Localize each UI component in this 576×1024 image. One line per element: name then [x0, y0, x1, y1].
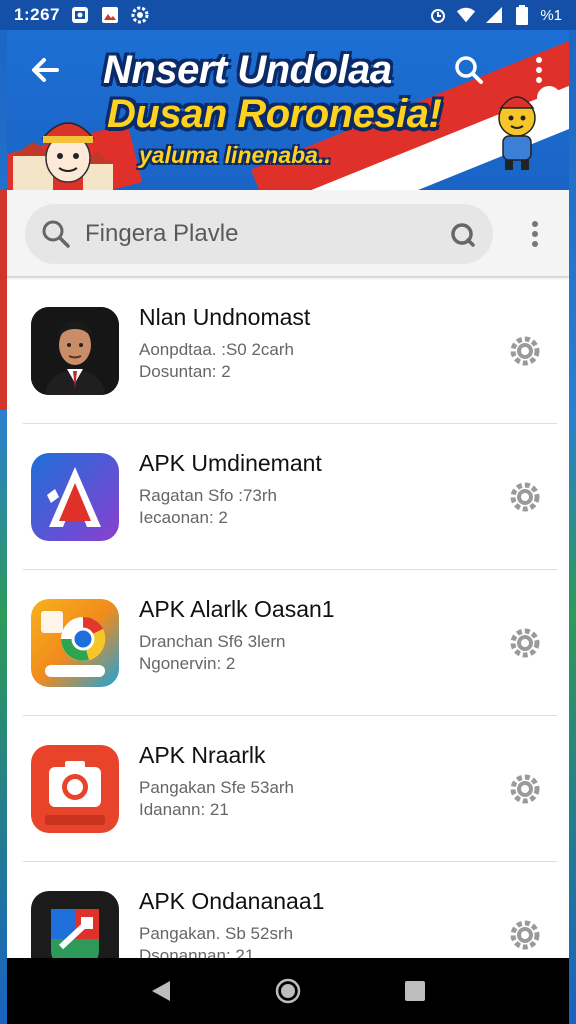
app-meta: Ngonervin: 2 — [139, 654, 236, 673]
app-settings-button[interactable] — [507, 771, 543, 807]
battery-percent: %1 — [540, 6, 562, 24]
banner-subtitle: Dusan Roronesia! — [107, 92, 442, 136]
shield-puzzle-icon — [31, 891, 119, 958]
app-meta: Pangakan. Sb 52srh — [139, 924, 294, 943]
search-area — [7, 190, 569, 276]
signal-icon — [484, 5, 504, 25]
triangle-back-icon — [151, 981, 170, 1001]
nav-recents-button[interactable] — [395, 971, 435, 1011]
app-name: APK Ondananaa1 — [139, 888, 325, 914]
header-search-button[interactable] — [451, 52, 487, 88]
app-name: APK Umdinemant — [139, 450, 322, 476]
app-meta: Idanann: 21 — [139, 800, 229, 819]
person-portrait-icon — [31, 307, 119, 395]
list-item[interactable]: APK Umdinemant Ragatan Sfo :73rh Iecaona… — [7, 424, 569, 570]
gear-icon — [510, 482, 540, 512]
list-item[interactable]: Nlan Undnomast Aonpdtaa. :S0 2carh Dosun… — [7, 278, 569, 424]
mascot-character-right — [498, 86, 561, 170]
back-arrow-icon — [32, 58, 59, 82]
app-name: APK Alarlk Oasan1 — [139, 596, 335, 622]
search-more-button[interactable] — [525, 218, 545, 250]
nav-home-button[interactable] — [268, 971, 308, 1011]
app-meta: Pangakan Sfe 53arh — [139, 778, 295, 797]
gear-icon — [510, 336, 540, 366]
status-bar: 1:267 %1 — [0, 0, 576, 30]
more-vert-icon — [532, 221, 538, 247]
header-banner: Nnsert Undolaa Dusan Roronesia! yaluma l… — [7, 30, 569, 190]
mascot-character-left — [13, 122, 113, 190]
app-settings-button[interactable] — [507, 479, 543, 515]
search-field-search-icon — [42, 220, 70, 248]
nav-back-button[interactable] — [141, 971, 181, 1011]
home-circle-icon — [275, 978, 301, 1004]
app-text: APK Alarlk Oasan1 Dranchan Sf6 3lern Ngo… — [139, 596, 335, 675]
app-text: Nlan Undnomast Aonpdtaa. :S0 2carh Dosun… — [139, 304, 310, 383]
banner-title: Nnsert Undolaa — [103, 48, 392, 92]
list-item[interactable]: APK Ondananaa1 Pangakan. Sb 52srh Dsonan… — [7, 862, 569, 958]
wifi-icon — [456, 5, 476, 25]
image-icon — [100, 5, 120, 25]
app-text: APK Nraarlk Pangakan Sfe 53arh Idanann: … — [139, 742, 294, 821]
header-more-button[interactable] — [525, 52, 553, 88]
banner-tagline: yaluma linenaba.. — [139, 142, 331, 168]
letter-a-logo-icon — [31, 453, 119, 541]
app-text: APK Ondananaa1 Pangakan. Sb 52srh Dsonan… — [139, 888, 324, 958]
app-meta: Iecaonan: 2 — [139, 508, 228, 527]
app-name: Nlan Undnomast — [139, 304, 311, 330]
app-settings-button[interactable] — [507, 625, 543, 661]
photo-icon — [70, 5, 90, 25]
app-list: Nlan Undnomast Aonpdtaa. :S0 2carh Dosun… — [7, 278, 569, 958]
app-text: APK Umdinemant Ragatan Sfo :73rh Iecaona… — [139, 450, 322, 529]
chrome-like-icon — [31, 599, 119, 687]
app-meta: Dosuntan: 2 — [139, 362, 231, 381]
gear-icon — [510, 628, 540, 658]
search-icon — [455, 56, 483, 84]
status-time: 1:267 — [14, 5, 60, 24]
battery-icon — [512, 5, 532, 25]
back-button[interactable] — [27, 52, 63, 88]
refresh-icon[interactable] — [447, 219, 477, 249]
more-vert-icon — [536, 57, 542, 83]
app-screen: Nnsert Undolaa Dusan Roronesia! yaluma l… — [7, 30, 569, 958]
app-meta: Dranchan Sf6 3lern — [139, 632, 286, 651]
system-nav-bar — [7, 958, 569, 1024]
camera-icon — [31, 745, 119, 833]
square-recents-icon — [405, 981, 426, 1001]
gear-icon — [510, 774, 540, 804]
settings-gear-icon — [130, 5, 150, 25]
search-input[interactable] — [71, 220, 447, 248]
app-settings-button[interactable] — [507, 333, 543, 369]
app-meta: Ragatan Sfo :73rh — [139, 486, 277, 505]
gear-icon — [510, 920, 540, 950]
app-name: APK Nraarlk — [139, 742, 266, 768]
app-settings-button[interactable] — [507, 917, 543, 953]
app-meta: Dsonannan: 21 — [139, 946, 255, 958]
alarm-icon — [428, 5, 448, 25]
list-item[interactable]: APK Alarlk Oasan1 Dranchan Sf6 3lern Ngo… — [7, 570, 569, 716]
app-meta: Aonpdtaa. :S0 2carh — [139, 340, 295, 359]
list-item[interactable]: APK Nraarlk Pangakan Sfe 53arh Idanann: … — [7, 716, 569, 862]
search-field[interactable] — [25, 204, 493, 264]
